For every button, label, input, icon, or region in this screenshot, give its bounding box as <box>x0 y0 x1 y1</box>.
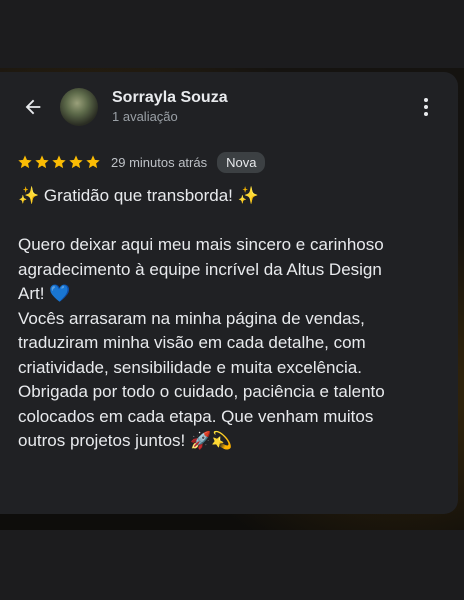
review-line: agradecimento à equipe incrível da Altus… <box>18 259 382 279</box>
review-line: outros projetos juntos! 🚀💫 <box>18 431 233 450</box>
author-name[interactable]: Sorrayla Souza <box>112 89 228 107</box>
review-line: Obrigada por todo o cuidado, paciência e… <box>18 382 385 401</box>
star-icon <box>18 155 32 169</box>
review-line: criatividade, sensibilidade e muita exce… <box>18 357 362 377</box>
review-card: Sorrayla Souza 1 avaliação 29 minutos at… <box>0 72 458 514</box>
back-arrow-icon[interactable] <box>20 94 46 120</box>
avatar[interactable] <box>60 88 98 126</box>
review-line: colocados em cada etapa. Que venham muit… <box>18 406 374 426</box>
star-icon <box>35 155 49 169</box>
review-line: Quero deixar aqui meu mais sincero e car… <box>18 235 384 254</box>
review-line: traduziram minha visão em cada detalhe, … <box>18 333 366 352</box>
author-review-count: 1 avaliação <box>112 109 178 124</box>
review-text: ✨ Gratidão que transborda! ✨ Quero deixa… <box>18 184 448 454</box>
star-icon <box>52 155 66 169</box>
star-icon <box>86 155 100 169</box>
review-header: Sorrayla Souza 1 avaliação <box>0 72 458 142</box>
review-title-line: ✨ Gratidão que transborda! ✨ <box>18 186 259 205</box>
new-badge: Nova <box>217 151 266 173</box>
more-options-icon[interactable] <box>414 94 438 120</box>
star-icon <box>69 155 83 169</box>
star-rating <box>17 154 101 170</box>
review-line: Art! 💙 <box>18 284 71 303</box>
review-time: 29 minutos atrás <box>111 154 208 170</box>
rating-row: 29 minutos atrás Nova <box>17 150 266 174</box>
review-line: Vocês arrasaram na minha página de venda… <box>18 308 365 328</box>
